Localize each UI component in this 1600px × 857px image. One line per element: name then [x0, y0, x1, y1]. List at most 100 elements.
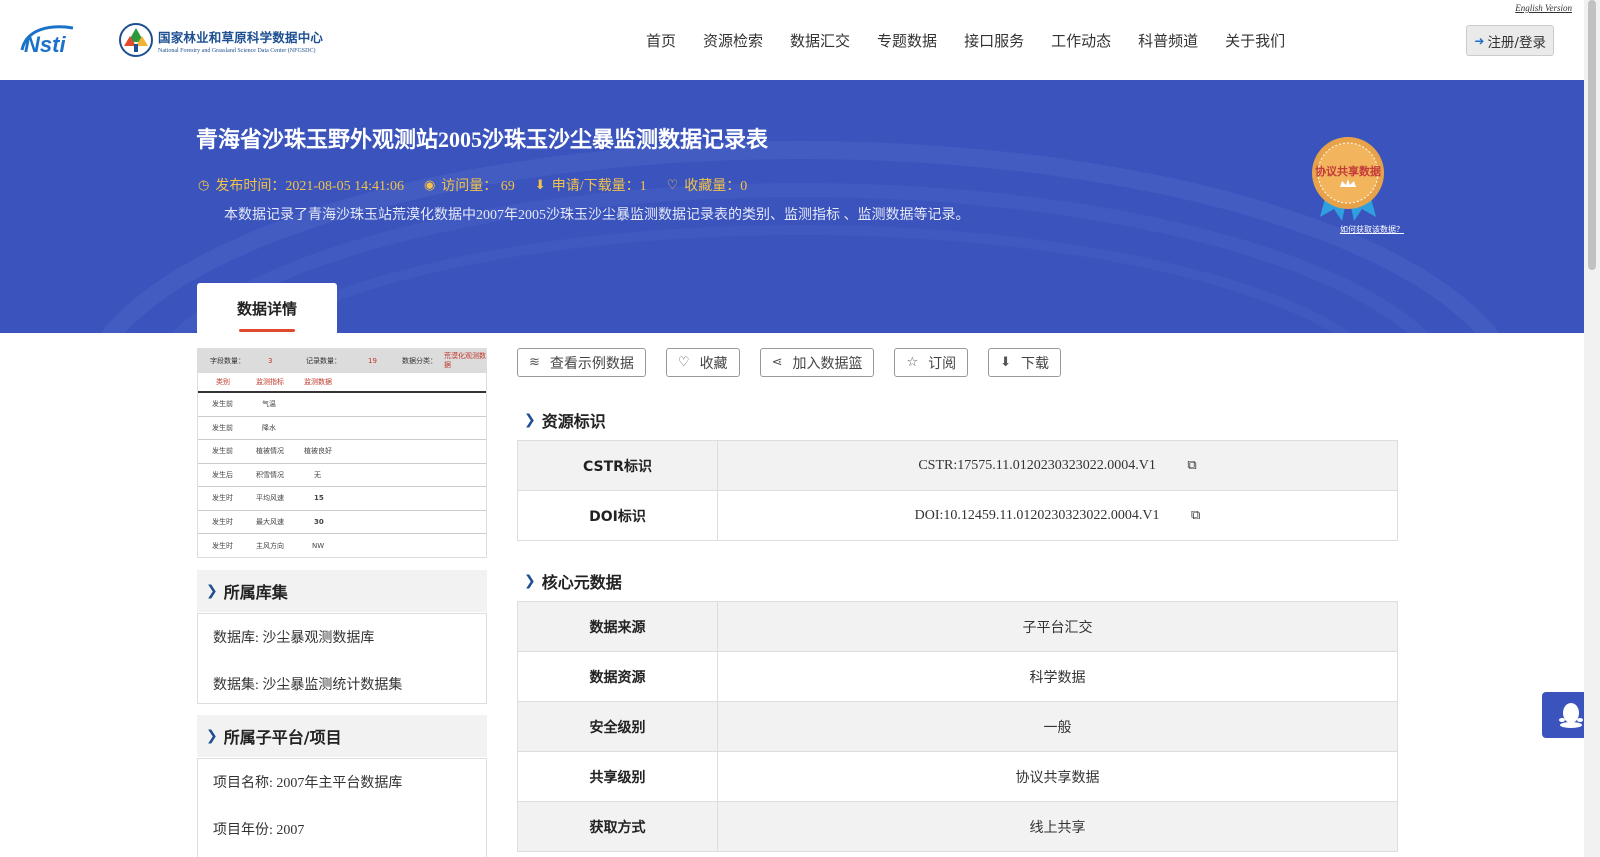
main-nav: 首页 资源检索 数据汇交 专题数据 接口服务 工作动态 科普频道 关于我们	[646, 0, 1312, 80]
thumb-cell: 降水	[262, 423, 276, 432]
copy-icon[interactable]: ⧉	[1187, 457, 1196, 473]
thumb-cell: 气温	[262, 400, 276, 409]
thumb-cell: 植被良好	[304, 447, 332, 456]
thumb-col: 监测数据	[304, 378, 332, 386]
meta-value: 一般	[717, 701, 1398, 752]
project-year: 项目年份: 2007	[213, 823, 305, 838]
table-row: 获取方式 线上共享	[517, 801, 1398, 852]
dataset-link[interactable]: 数据集: 沙尘暴监测统计数据集	[198, 674, 486, 694]
thumb-cell: 主风方向	[256, 541, 284, 550]
meta-key: 数据资源	[517, 651, 718, 702]
table-row: DOI标识 DOI:10.12459.11.0120230323022.0004…	[517, 490, 1398, 541]
meta-key: 获取方式	[517, 801, 718, 852]
cstr-cell: CSTR:17575.11.0120230323022.0004.V1 ⧉	[717, 440, 1398, 491]
dataset-banner: 青海省沙珠玉野外观测站2005沙珠玉沙尘暴监测数据记录表 ◷ 发布时间：2021-…	[0, 80, 1584, 333]
qq-penguin-icon	[1559, 703, 1583, 728]
scrollbar-thumb[interactable]	[1588, 0, 1596, 270]
identifiers-title-text: 资源标识	[541, 412, 606, 431]
cstr-value: CSTR:17575.11.0120230323022.0004.V1	[918, 458, 1156, 473]
add-to-basket-button[interactable]: ⋖ 加入数据篮	[759, 348, 875, 377]
table-row: 安全级别 一般	[517, 701, 1398, 752]
favorite-count: 收藏量：0	[684, 179, 748, 194]
data-preview-thumbnail[interactable]: 字段数量： 3 记录数量： 19 数据分类： 荒漠化观测数据 类别 监测指标 监…	[197, 348, 487, 558]
add-to-basket-label: 加入数据篮	[792, 355, 863, 372]
project-name: 项目名称: 2007年主平台数据库	[213, 776, 403, 791]
platform-section-title: ❯ 所属子平台/项目	[197, 715, 487, 757]
nav-about[interactable]: 关于我们	[1225, 30, 1285, 51]
page-scrollbar[interactable]	[1584, 0, 1600, 857]
view-sample-label: 查看示例数据	[549, 355, 634, 372]
chevron-right-icon: ❯	[206, 728, 218, 744]
favorite-label: 收藏	[699, 355, 728, 372]
view-sample-button[interactable]: ≋ 查看示例数据	[517, 348, 646, 377]
meta-key: 安全级别	[517, 701, 718, 752]
nfgsdc-emblem-icon	[119, 23, 153, 57]
action-bar: ≋ 查看示例数据 ♡ 收藏 ⋖ 加入数据篮 ☆ 订阅 ⬇ 下载	[517, 348, 1081, 377]
logo-cn-text: 国家林业和草原科学数据中心	[158, 29, 324, 45]
subscribe-button[interactable]: ☆ 订阅	[894, 348, 969, 377]
tab-data-details-label: 数据详情	[236, 299, 297, 318]
cstr-label: CSTR标识	[517, 440, 718, 491]
thumb-cell: NW	[312, 541, 325, 550]
english-version-link[interactable]: English Version	[1515, 3, 1572, 13]
center-logo[interactable]: 国家林业和草原科学数据中心 National Forestry and Gras…	[118, 20, 348, 60]
thumb-cell: 30	[314, 517, 324, 526]
nav-api-service[interactable]: 接口服务	[964, 30, 1024, 51]
thumb-cell: 发生前	[212, 447, 233, 456]
nav-resource-search[interactable]: 资源检索	[703, 30, 763, 51]
thumb-row: 发生前 降水	[198, 417, 486, 440]
nav-science[interactable]: 科普频道	[1138, 30, 1198, 51]
meta-value: 子平台汇交	[717, 601, 1398, 652]
thumb-header: 字段数量： 3 记录数量： 19 数据分类： 荒漠化观测数据	[198, 349, 486, 373]
clock-icon: ◷	[198, 177, 210, 192]
doi-label: DOI标识	[517, 490, 718, 541]
table-row: CSTR标识 CSTR:17575.11.0120230323022.0004.…	[517, 440, 1398, 491]
chevron-right-icon: ❯	[524, 573, 536, 589]
thumb-record-count: 19	[368, 357, 377, 365]
thumb-columns: 类别 监测指标 监测数据	[198, 373, 486, 393]
thumb-cell: 发生时	[212, 517, 233, 526]
download-label: 下载	[1021, 355, 1050, 372]
nav-data-submission[interactable]: 数据汇交	[790, 30, 850, 51]
chevron-right-icon: ❯	[524, 412, 536, 428]
how-to-get-data-link[interactable]: 如何获取该数据？	[1340, 224, 1404, 235]
download-icon: ⬇	[1000, 355, 1012, 370]
star-icon: ☆	[906, 355, 919, 370]
meta-key: 数据来源	[517, 601, 718, 652]
login-button[interactable]: ➜ 注册/登录	[1466, 25, 1554, 56]
thumb-category-label: 数据分类：	[402, 357, 437, 365]
thumb-record-label: 记录数量：	[306, 357, 341, 365]
tab-data-details[interactable]: 数据详情	[197, 283, 337, 333]
thumb-cell: 平均风速	[256, 494, 284, 503]
dataset-meta: ◷ 发布时间：2021-08-05 14:41:06 ◉ 访问量： 69 ⬇ 申请/下…	[198, 175, 767, 195]
chevron-right-icon: ❯	[206, 583, 218, 599]
nav-home[interactable]: 首页	[646, 30, 676, 51]
nav-topic-data[interactable]: 专题数据	[877, 30, 937, 51]
thumb-col: 类别	[216, 378, 230, 386]
thumb-row: 发生前 植被情况 植被良好	[198, 440, 486, 464]
thumb-cell: 发生时	[212, 494, 233, 503]
nsti-logo[interactable]: Nsti	[18, 22, 98, 56]
meta-value: 协议共享数据	[717, 751, 1398, 802]
core-meta-section-title: ❯ 核心元数据	[524, 569, 622, 593]
meta-value: 科学数据	[717, 651, 1398, 702]
thumb-cell: 发生时	[212, 541, 233, 550]
svg-text:Nsti: Nsti	[24, 32, 66, 56]
heart-icon: ♡	[666, 177, 679, 192]
login-label: 注册/登录	[1487, 34, 1546, 51]
download-button[interactable]: ⬇ 下载	[988, 348, 1062, 377]
favorite-button[interactable]: ♡ 收藏	[665, 348, 740, 377]
library-section-title: ❯ 所属库集	[197, 570, 487, 612]
thumb-cell: 发生前	[212, 423, 233, 432]
database-icon: ≋	[529, 355, 540, 370]
doi-value: DOI:10.12459.11.0120230323022.0004.V1	[914, 508, 1160, 523]
download-icon: ⬇	[534, 177, 546, 192]
table-row: 数据资源 科学数据	[517, 651, 1398, 702]
nav-news[interactable]: 工作动态	[1051, 30, 1111, 51]
database-link[interactable]: 数据库: 沙尘暴观测数据库	[198, 627, 486, 647]
thumb-cell: 植被情况	[256, 447, 284, 456]
thumb-row: 发生时 平均风速 15	[198, 487, 486, 511]
identifiers-table: CSTR标识 CSTR:17575.11.0120230323022.0004.…	[517, 440, 1398, 541]
thumb-row: 发生前 气温	[198, 393, 486, 417]
copy-icon[interactable]: ⧉	[1191, 507, 1200, 523]
